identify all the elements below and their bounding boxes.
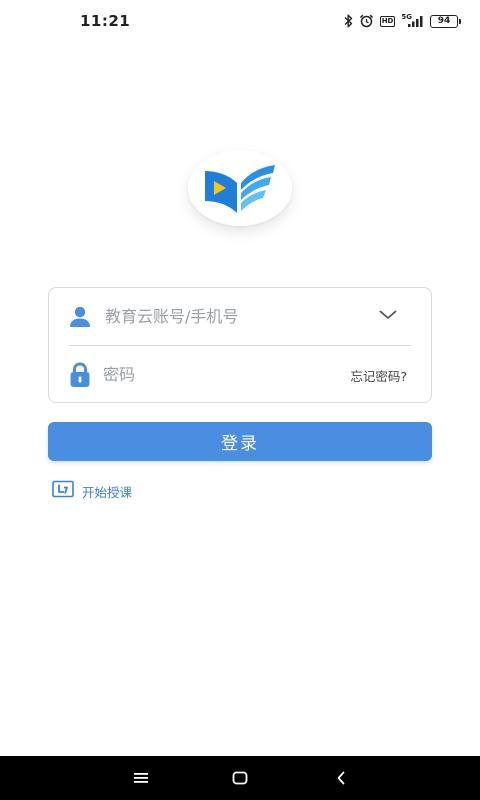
alarm-icon [359,14,374,28]
navigation-bar [0,756,480,800]
menu-icon[interactable] [131,768,151,788]
bluetooth-icon [344,14,353,28]
network-type: 5G [401,12,412,21]
signal-icon: 5G [401,12,424,27]
book-play-logo [205,165,275,213]
account-row [49,288,431,345]
status-icons: HD 5G 94 [344,12,461,30]
back-icon[interactable] [331,768,351,788]
password-row: 忘记密码? [49,346,431,403]
account-input[interactable] [105,304,371,329]
chevron-down-icon[interactable] [379,308,397,322]
start-teaching-link[interactable]: 开始授课 [52,480,132,502]
lock-icon [67,361,93,388]
home-icon[interactable] [230,768,250,788]
teaching-icon [52,480,74,502]
status-time: 11:21 [80,12,131,30]
battery-icon: 94 [430,14,461,28]
login-form: 忘记密码? [48,287,432,403]
password-input[interactable] [103,362,321,387]
battery-level: 94 [437,16,451,26]
status-bar: 11:21 HD 5G 94 [0,0,480,40]
login-button[interactable]: 登录 [48,422,432,461]
forgot-password-link[interactable]: 忘记密码? [350,366,407,385]
app-logo [188,150,292,226]
hd-icon: HD [379,15,396,27]
start-teaching-label: 开始授课 [82,484,133,500]
user-icon [67,304,93,330]
